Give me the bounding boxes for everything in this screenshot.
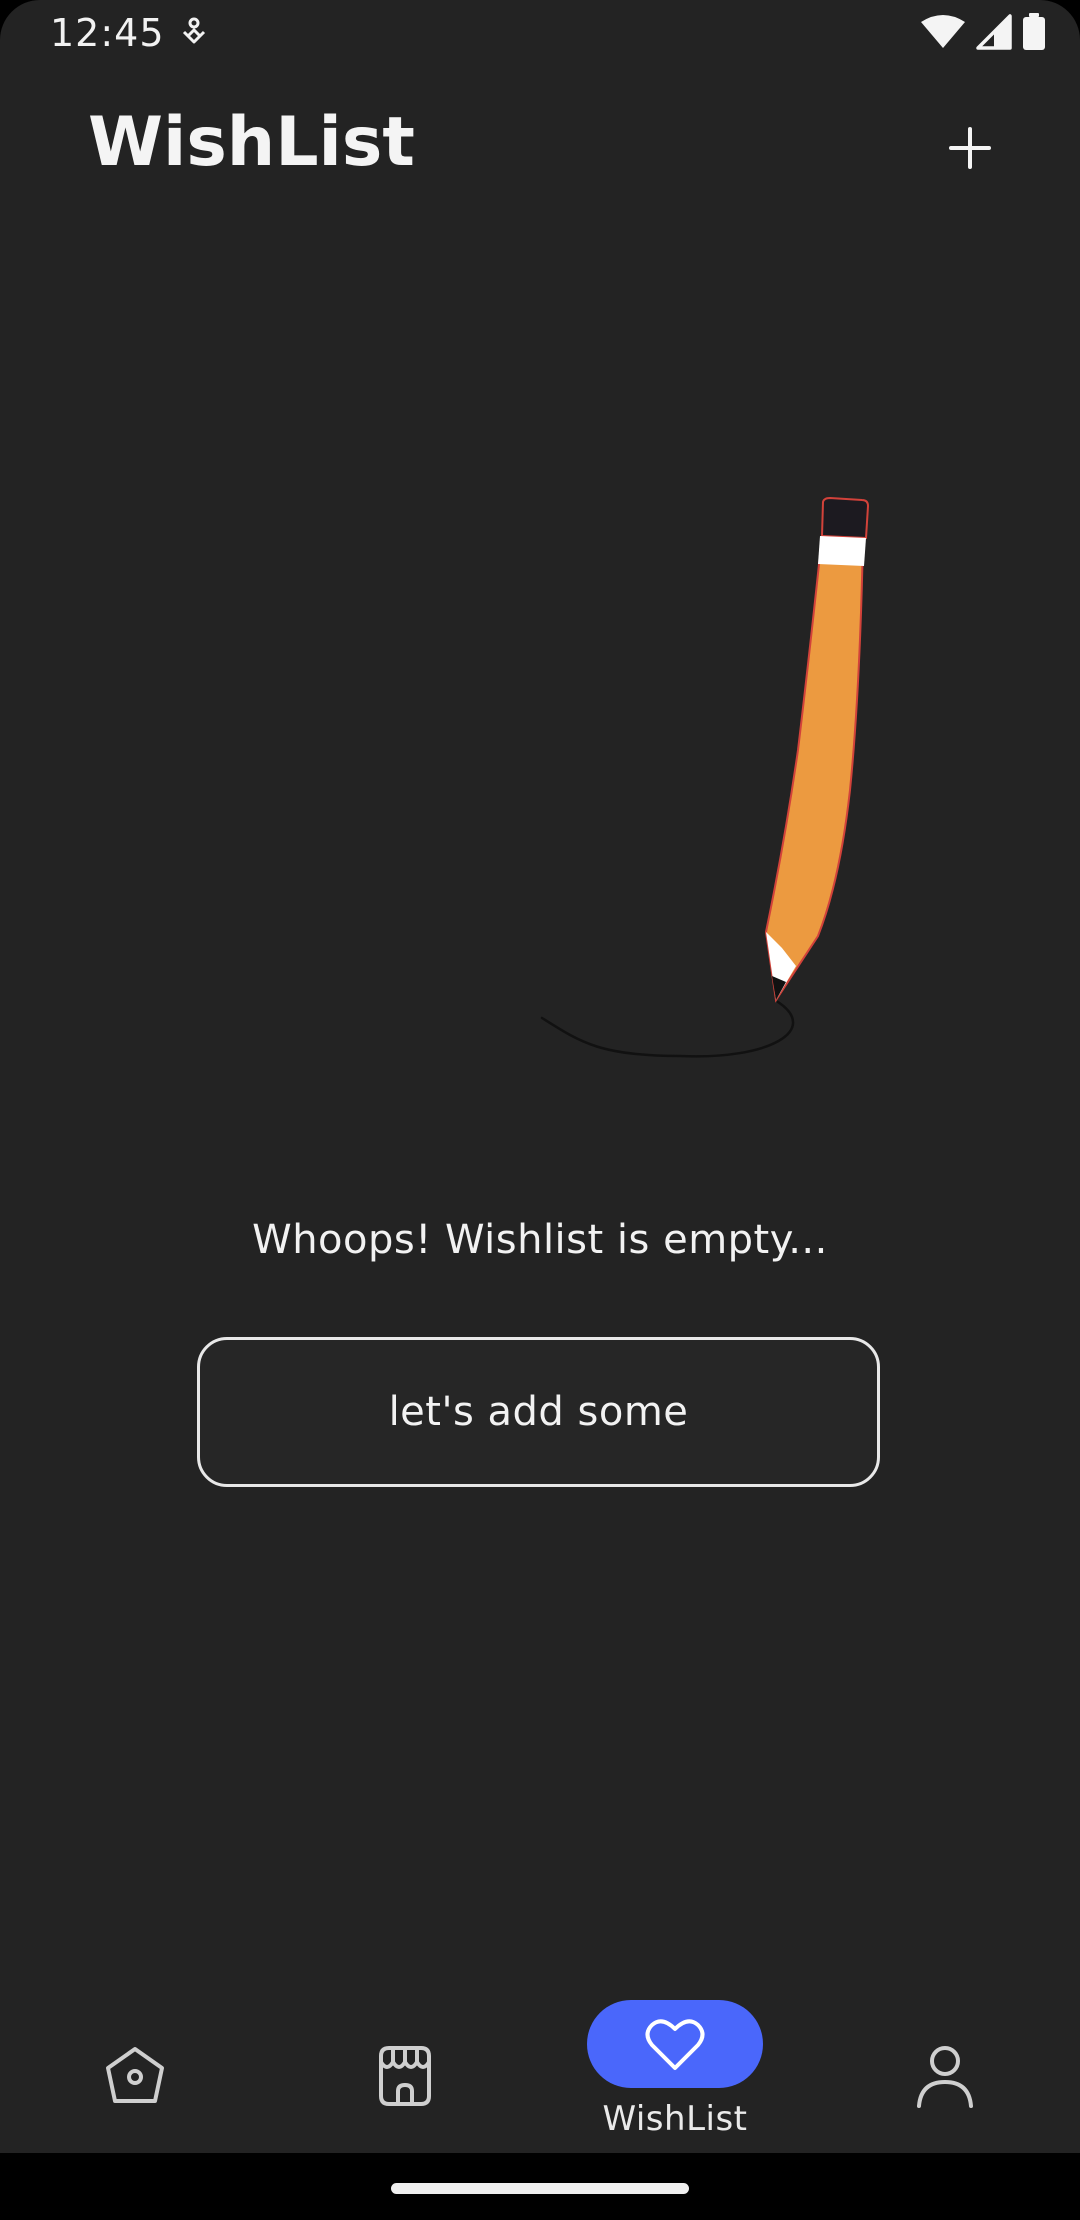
cellular-signal-icon [976, 14, 1012, 54]
wishlist-screen: 12:45 WishList Whoops! Wishlist is empty… [0, 0, 1080, 2220]
nav-item-store[interactable] [270, 1975, 540, 2153]
notification-icon [178, 16, 210, 52]
add-some-button[interactable]: let's add some [197, 1337, 880, 1487]
bottom-navigation: WishList [0, 1975, 1080, 2153]
add-item-button[interactable] [930, 108, 1010, 188]
plus-icon [949, 127, 991, 169]
heart-icon [645, 2019, 705, 2070]
store-icon [370, 2041, 440, 2111]
empty-state-message: Whoops! Wishlist is empty... [252, 1217, 828, 1263]
page-title: WishList [88, 103, 415, 182]
nav-item-profile[interactable] [810, 1975, 1080, 2153]
profile-icon [910, 2041, 980, 2111]
nav-label-wishlist: WishList [602, 2099, 748, 2139]
nav-item-wishlist[interactable]: WishList [540, 1975, 810, 2153]
status-time: 12:45 [50, 11, 165, 55]
battery-icon [1022, 13, 1046, 55]
nav-selected-indicator [587, 2000, 763, 2088]
status-icons [920, 13, 1046, 55]
gesture-navigation-bar [0, 2153, 1080, 2220]
nav-item-home[interactable] [0, 1975, 270, 2153]
status-bar: 12:45 [0, 0, 1080, 66]
wifi-icon [920, 14, 966, 54]
pencil-drawing-illustration [520, 490, 900, 1070]
home-icon [100, 2041, 170, 2111]
home-gesture-handle[interactable] [391, 2183, 689, 2194]
